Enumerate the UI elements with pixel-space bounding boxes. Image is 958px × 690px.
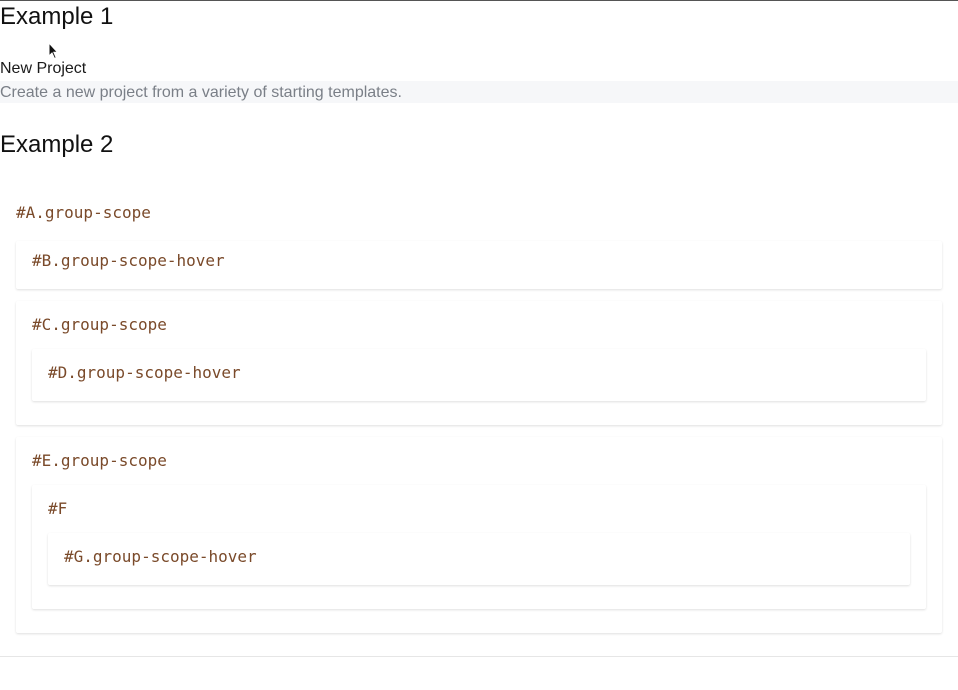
new-project-title[interactable]: New Project (0, 59, 86, 79)
group-scope-hover-box-g[interactable]: #G.group-scope-hover (48, 533, 910, 585)
new-project-description[interactable]: Create a new project from a variety of s… (0, 81, 958, 103)
group-scope-hover-box-b[interactable]: #B.group-scope-hover (16, 241, 942, 289)
box-e-label: #E.group-scope (32, 451, 167, 470)
box-c-label: #C.group-scope (32, 315, 167, 334)
mouse-pointer-icon (48, 42, 58, 60)
box-d-label: #D.group-scope-hover (48, 363, 241, 382)
example-1-heading: Example 1 (0, 3, 114, 30)
box-a-label: #A.group-scope (16, 203, 151, 222)
group-scope-hover-box-d[interactable]: #D.group-scope-hover (32, 349, 926, 401)
box-f-label: #F (48, 499, 68, 518)
box-g-label: #G.group-scope-hover (64, 547, 257, 566)
example-2-heading: Example 2 (0, 131, 114, 158)
box-b-label: #B.group-scope-hover (32, 251, 225, 270)
